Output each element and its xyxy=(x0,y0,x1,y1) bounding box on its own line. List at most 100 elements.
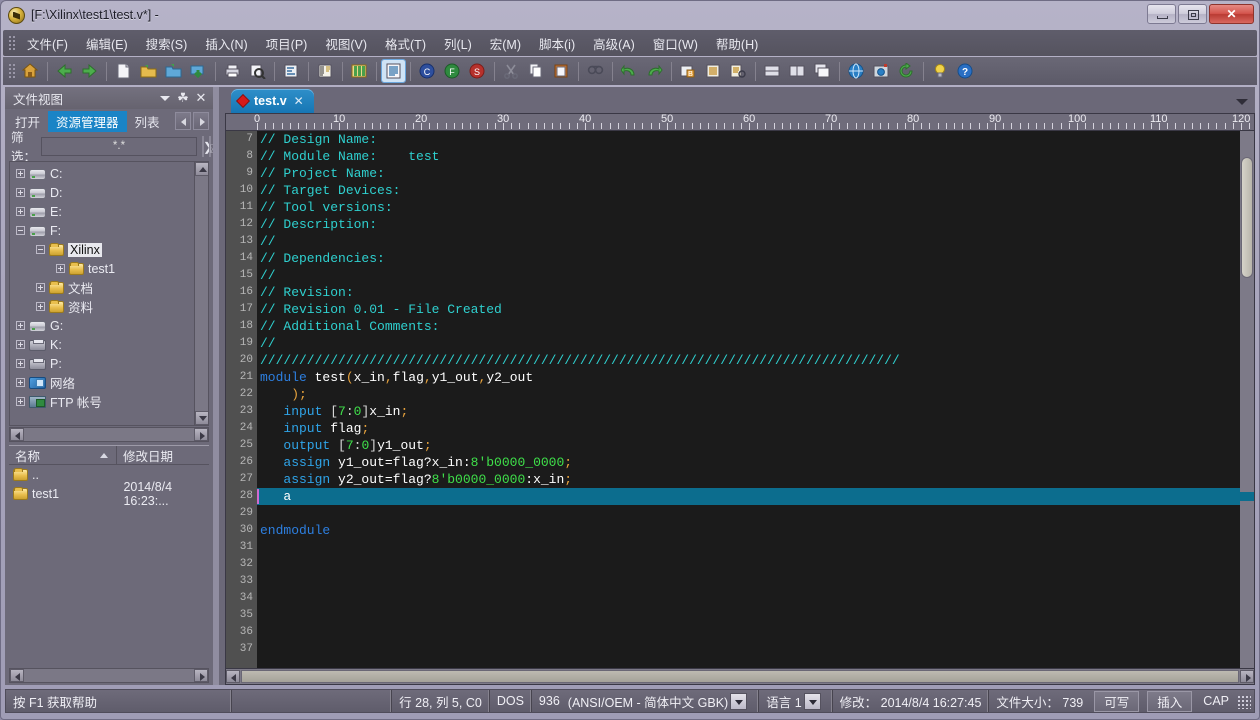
code-area[interactable]: 7891011121314151617181920212223242526272… xyxy=(226,131,1254,668)
scroll-down-icon[interactable] xyxy=(195,411,209,425)
text-wrap-icon[interactable] xyxy=(280,60,303,82)
code-line[interactable] xyxy=(257,573,1240,590)
editor-horizontal-scrollbar[interactable] xyxy=(226,668,1254,684)
code-line[interactable]: input flag; xyxy=(257,420,1240,437)
scroll-right-icon[interactable] xyxy=(194,428,208,441)
help-icon[interactable]: ? xyxy=(954,60,977,82)
menu-macro[interactable]: 宏(M) xyxy=(481,31,530,56)
code-line[interactable] xyxy=(257,641,1240,658)
code-line[interactable]: // Additional Comments: xyxy=(257,318,1240,335)
status-cursor-position[interactable]: 行 28, 列 5, C0 xyxy=(392,690,490,712)
tree-item-xilinx[interactable]: Xilinx xyxy=(10,240,194,259)
unicode-s-icon[interactable]: S xyxy=(466,60,489,82)
expander-icon[interactable] xyxy=(36,283,45,292)
status-codepage[interactable]: 936 (ANSI/OEM - 简体中文 GBK) xyxy=(532,690,759,712)
tree-item-c-drive[interactable]: C: xyxy=(10,164,194,183)
scrollbar-thumb[interactable] xyxy=(241,670,1239,683)
filter-icon[interactable] xyxy=(727,60,750,82)
tree-item-d-drive[interactable]: D: xyxy=(10,183,194,202)
menu-script[interactable]: 脚本(i) xyxy=(530,31,584,56)
code-line[interactable]: module test(x_in,flag,y1_out,y2_out xyxy=(257,369,1240,386)
expander-icon[interactable] xyxy=(16,359,25,368)
expander-icon[interactable] xyxy=(16,188,25,197)
code-line[interactable]: assign y1_out=flag?x_in:8'b0000_0000; xyxy=(257,454,1240,471)
cut-icon[interactable] xyxy=(500,60,523,82)
browse-folder-button[interactable]: 🗁 xyxy=(209,136,211,157)
find-icon[interactable] xyxy=(584,60,607,82)
code-line[interactable] xyxy=(257,607,1240,624)
print-icon[interactable] xyxy=(221,60,244,82)
menu-edit[interactable]: 编辑(E) xyxy=(77,31,137,56)
chevron-down-icon[interactable] xyxy=(730,693,747,710)
menu-grip[interactable] xyxy=(7,34,15,52)
code-line[interactable]: output [7:0]y1_out; xyxy=(257,437,1240,454)
tree-item-p-drive[interactable]: P: xyxy=(10,354,194,373)
expander-icon[interactable] xyxy=(16,340,25,349)
expander-icon[interactable] xyxy=(36,245,45,254)
back-arrow-icon[interactable] xyxy=(53,60,76,82)
file-list-horizontal-scrollbar[interactable] xyxy=(9,668,209,683)
code-line[interactable] xyxy=(257,505,1240,522)
code-line[interactable]: assign y2_out=flag?8'b0000_0000:x_in; xyxy=(257,471,1240,488)
status-writable-button[interactable]: 可写 xyxy=(1094,691,1139,712)
code-line[interactable]: // Revision: xyxy=(257,284,1240,301)
tree-item-g-drive[interactable]: G: xyxy=(10,316,194,335)
scroll-left-icon[interactable] xyxy=(226,670,240,683)
scroll-left-icon[interactable] xyxy=(10,428,24,441)
lightbulb-icon[interactable] xyxy=(929,60,952,82)
code-line[interactable]: ); xyxy=(257,386,1240,403)
scroll-right-icon[interactable] xyxy=(1240,670,1254,683)
screenshot-icon[interactable] xyxy=(870,60,893,82)
tree-item-k-drive[interactable]: K: xyxy=(10,335,194,354)
code-line[interactable]: a xyxy=(257,488,1240,505)
close-button[interactable]: ✕ xyxy=(1209,4,1254,24)
code-line[interactable]: // xyxy=(257,335,1240,352)
scroll-up-icon[interactable] xyxy=(195,162,209,176)
code-line[interactable] xyxy=(257,539,1240,556)
code-line[interactable]: // Revision 0.01 - File Created xyxy=(257,301,1240,318)
directory-tree[interactable]: C: D: E: F: xyxy=(9,161,209,426)
expander-icon[interactable] xyxy=(16,397,25,406)
expander-icon[interactable] xyxy=(36,302,45,311)
code-line[interactable]: // Tool versions: xyxy=(257,199,1240,216)
menu-project[interactable]: 项目(P) xyxy=(257,31,317,56)
expander-icon[interactable] xyxy=(56,264,65,273)
menu-help[interactable]: 帮助(H) xyxy=(707,31,767,56)
menu-window[interactable]: 窗口(W) xyxy=(644,31,707,56)
code-line[interactable]: ////////////////////////////////////////… xyxy=(257,352,1240,369)
open-folder-alt-icon[interactable] xyxy=(162,60,185,82)
clone-window-icon[interactable] xyxy=(811,60,834,82)
web-browser-icon[interactable] xyxy=(845,60,868,82)
menu-view[interactable]: 视图(V) xyxy=(316,31,376,56)
status-language[interactable]: 语言 1 xyxy=(759,690,832,712)
code-lines[interactable]: // Design Name:// Module Name: test// Pr… xyxy=(257,131,1240,668)
code-line[interactable]: // xyxy=(257,267,1240,284)
tree-item-e-drive[interactable]: E: xyxy=(10,202,194,221)
status-insert-mode-button[interactable]: 插入 xyxy=(1147,691,1192,712)
status-line-ending[interactable]: DOS xyxy=(490,690,532,712)
code-line[interactable]: endmodule xyxy=(257,522,1240,539)
print-preview-icon[interactable] xyxy=(246,60,269,82)
column-header-date[interactable]: 修改日期 xyxy=(117,446,179,464)
scroll-right-icon[interactable] xyxy=(194,669,208,682)
new-file-icon[interactable] xyxy=(112,60,135,82)
column-mode-icon[interactable] xyxy=(348,60,371,82)
code-line[interactable]: // Module Name: test xyxy=(257,148,1240,165)
tab-list-dropdown-icon[interactable] xyxy=(1235,97,1249,107)
refresh-icon[interactable] xyxy=(895,60,918,82)
code-line[interactable]: // Dependencies: xyxy=(257,250,1240,267)
split-vertical-icon[interactable] xyxy=(786,60,809,82)
unicode-c-icon[interactable]: C xyxy=(416,60,439,82)
expander-icon[interactable] xyxy=(16,226,25,235)
menu-insert[interactable]: 插入(N) xyxy=(196,31,256,56)
tab-explorer[interactable]: 资源管理器 xyxy=(48,111,127,132)
toolbar-grip[interactable] xyxy=(7,62,15,80)
list-item[interactable]: test1 2014/8/4 16:23:... xyxy=(9,484,209,503)
expander-icon[interactable] xyxy=(16,169,25,178)
close-icon[interactable]: ✕ xyxy=(294,94,304,108)
tree-item-materials[interactable]: 资料 xyxy=(10,297,194,316)
code-line[interactable]: // Description: xyxy=(257,216,1240,233)
tree-item-network[interactable]: 网络 xyxy=(10,373,194,392)
code-line[interactable] xyxy=(257,556,1240,573)
code-line[interactable]: // Project Name: xyxy=(257,165,1240,182)
